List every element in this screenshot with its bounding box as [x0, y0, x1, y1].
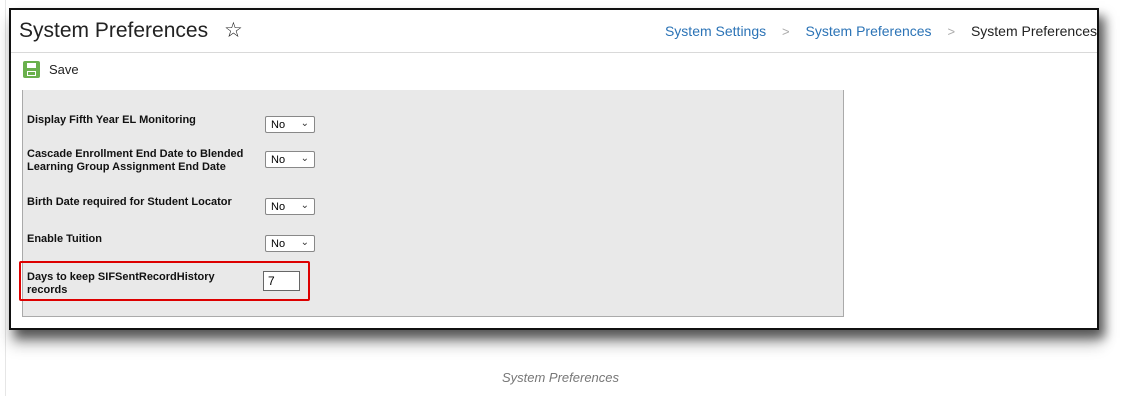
select-value: No: [271, 238, 286, 250]
select-value: No: [271, 119, 286, 131]
chevron-down-icon: ⌄: [300, 200, 309, 211]
select-value: No: [271, 154, 286, 166]
save-icon: [23, 61, 40, 78]
select-value: No: [271, 201, 286, 213]
chevron-down-icon: ⌄: [300, 237, 309, 248]
fifth-year-el-select[interactable]: No ⌄: [265, 116, 315, 133]
save-label: Save: [49, 62, 79, 77]
breadcrumb-current: System Preferences: [970, 23, 1097, 39]
image-caption: System Preferences: [501, 370, 620, 385]
cascade-enrollment-select[interactable]: No ⌄: [265, 151, 315, 168]
preference-label: Enable Tuition: [27, 233, 102, 245]
page-title: System Preferences: [19, 19, 209, 42]
breadcrumb-separator-icon: >: [947, 24, 956, 39]
page-header: System Preferences ☆ System Settings > S…: [11, 10, 1097, 53]
action-toolbar: Save: [11, 53, 1097, 88]
chevron-down-icon: ⌄: [300, 118, 309, 129]
sif-history-days-input[interactable]: 7: [263, 271, 300, 291]
preference-label: Birth Date required for Student Locator: [27, 196, 232, 208]
chevron-down-icon: ⌄: [300, 153, 309, 164]
preference-label: Days to keep SIFSentRecordHistory record…: [27, 271, 215, 296]
save-button[interactable]: Save: [23, 61, 79, 78]
star-icon[interactable]: ☆: [224, 18, 243, 43]
left-rule: [5, 0, 6, 396]
breadcrumb-separator-icon: >: [782, 24, 790, 39]
breadcrumb: System Settings > System Preferences > S…: [665, 23, 1097, 39]
breadcrumb-link-system-settings[interactable]: System Settings: [665, 23, 766, 39]
breadcrumb-link-system-preferences[interactable]: System Preferences: [806, 23, 932, 39]
preference-label: Cascade Enrollment End Date to Blended L…: [27, 148, 244, 173]
birth-date-required-select[interactable]: No ⌄: [265, 198, 315, 215]
preferences-panel: Display Fifth Year EL Monitoring No ⌄ Ca…: [19, 90, 844, 317]
enable-tuition-select[interactable]: No ⌄: [265, 235, 315, 252]
preference-label: Display Fifth Year EL Monitoring: [27, 114, 196, 126]
screenshot-frame: System Preferences ☆ System Settings > S…: [9, 8, 1099, 330]
